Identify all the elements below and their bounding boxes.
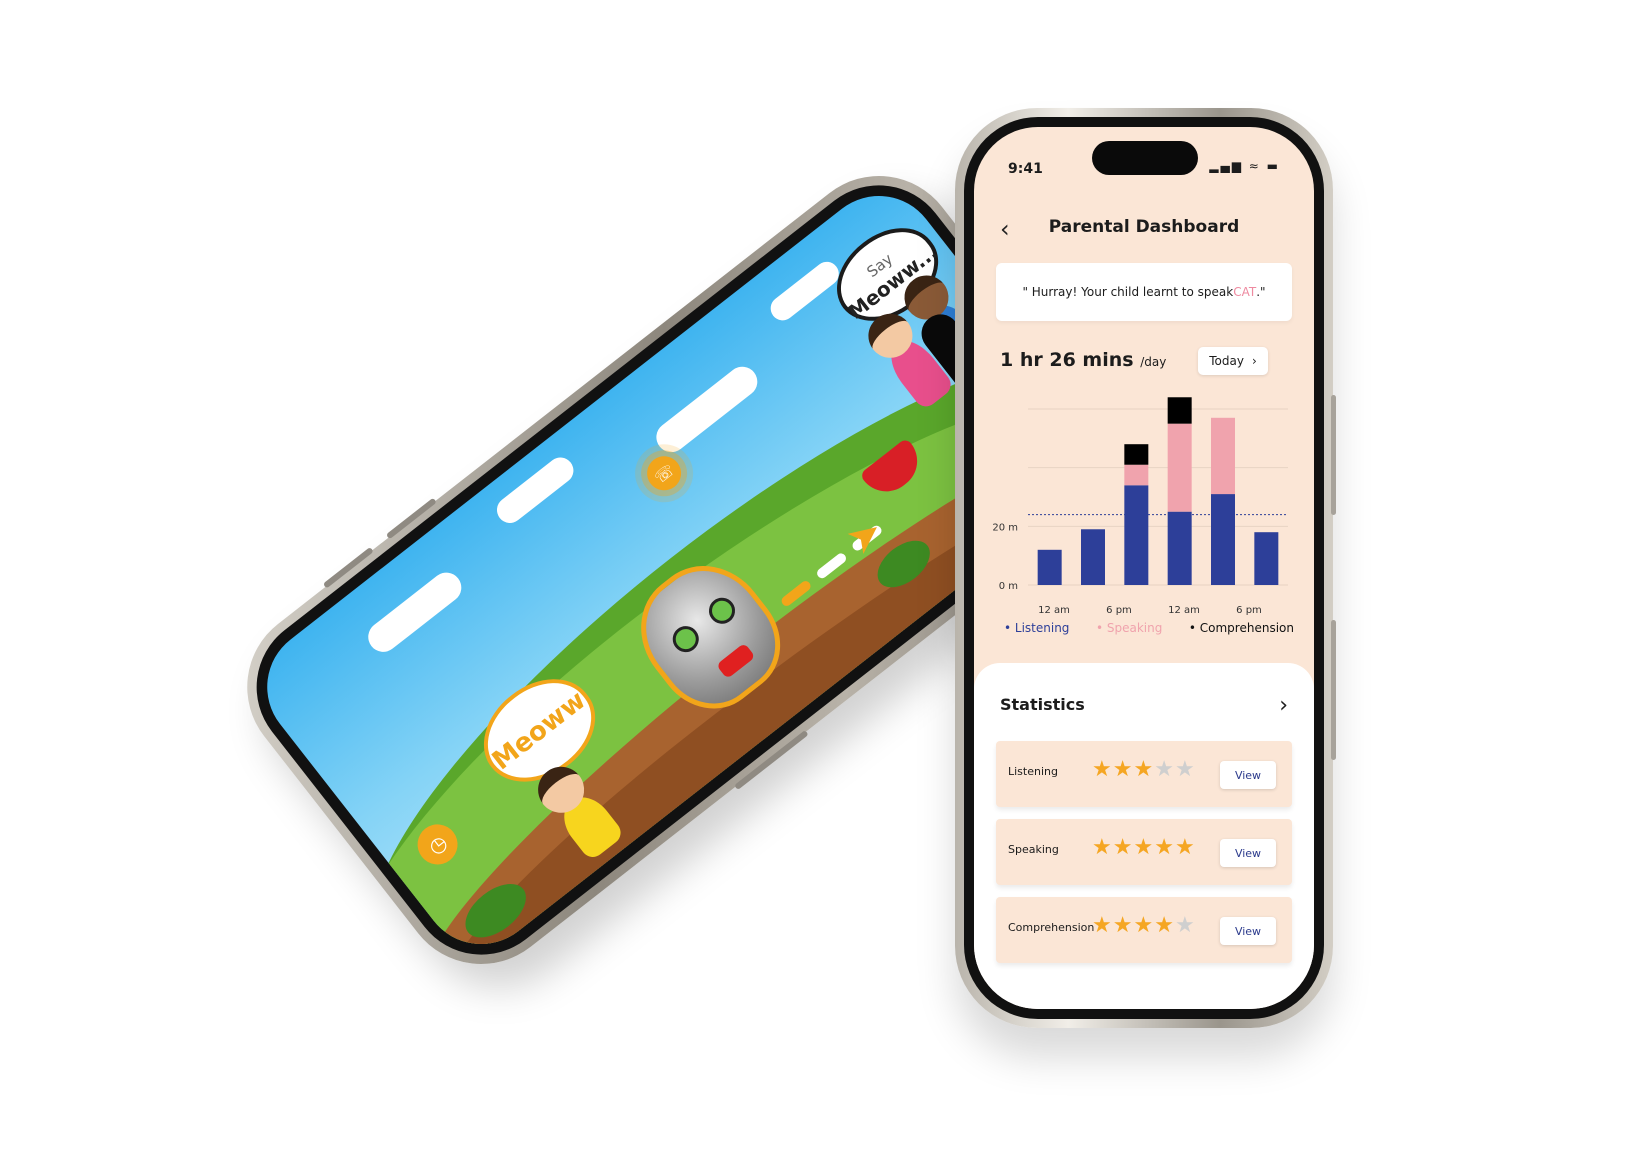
achievement-notice: " Hurray! Your child learnt to speak CAT… <box>996 263 1292 321</box>
bar-speaking <box>1211 417 1235 495</box>
star-filled-icon: ★ <box>1112 757 1134 782</box>
legend-comprehension: • Comprehension <box>1188 621 1294 635</box>
star-rating: ★★★★★ <box>1092 757 1196 782</box>
star-filled-icon: ★ <box>1092 757 1113 782</box>
stat-label: Listening <box>1008 765 1058 778</box>
bar-speaking <box>1124 464 1149 486</box>
signal-icon: ▂▄▆ <box>1209 159 1243 173</box>
usage-duration-unit: /day <box>1140 355 1167 369</box>
usage-bar-chart: 0 m 20 m 12 am 6 pm 12 am 6 pm <box>992 397 1288 616</box>
star-filled-icon: ★ <box>1133 835 1155 860</box>
status-time: 9:41 <box>1008 161 1043 177</box>
stat-label: Comprehension <box>1008 921 1095 934</box>
star-rating: ★★★★★ <box>1092 913 1196 938</box>
legend-listening-label: Listening <box>1014 621 1070 635</box>
notice-prefix: " Hurray! Your child learnt to speak <box>1022 285 1234 299</box>
period-select-button[interactable]: Today › <box>1198 347 1268 375</box>
cat-bow <box>716 642 756 680</box>
bar-listening <box>1124 485 1149 585</box>
star-filled-icon: ★ <box>1154 835 1175 860</box>
star-filled-icon: ★ <box>1092 835 1113 860</box>
view-button[interactable]: View <box>1220 839 1276 867</box>
page-title: Parental Dashboard <box>1048 217 1240 237</box>
legend-comprehension-label: Comprehension <box>1199 621 1294 635</box>
cloud <box>650 360 764 459</box>
x-tick-label: 12 am <box>1168 605 1200 616</box>
speaker-waves-icon[interactable]: ☏ <box>640 449 688 498</box>
view-button[interactable]: View <box>1220 761 1276 789</box>
notice-suffix: ." <box>1256 285 1266 299</box>
bar-comprehension <box>1124 444 1149 465</box>
cloud <box>362 566 468 658</box>
cloud <box>765 257 844 326</box>
legend-speaking: • Speaking <box>1095 621 1163 635</box>
star-filled-icon: ★ <box>1133 913 1155 938</box>
power-button <box>1331 395 1336 515</box>
statistics-panel: Statistics › Listening ★★★★★ View Speaki… <box>974 663 1314 1009</box>
star-filled-icon: ★ <box>1092 913 1113 938</box>
battery-icon: ▬ <box>1266 159 1280 173</box>
bar-listening <box>1167 511 1192 585</box>
status-icons: ▂▄▆ ≈ ▬ <box>1209 159 1280 173</box>
period-select-label: Today <box>1209 354 1244 368</box>
star-empty-icon: ★ <box>1174 913 1196 938</box>
dynamic-island <box>1092 141 1198 175</box>
stat-row-comprehension: Comprehension ★★★★★ View <box>996 897 1292 963</box>
bar-speaking <box>1167 423 1192 512</box>
legend-speaking-label: Speaking <box>1106 621 1163 635</box>
bar-listening <box>1037 549 1062 585</box>
header: ‹ Parental Dashboard <box>974 209 1314 249</box>
usage-duration: 1 hr 26 mins /day <box>1000 349 1166 371</box>
dashboard-screen: 9:41 ▂▄▆ ≈ ▬ ‹ Parental Dashboard " Hurr… <box>974 127 1314 1009</box>
wifi-icon: ≈ <box>1248 159 1261 173</box>
bar-comprehension <box>1167 397 1192 424</box>
star-filled-icon: ★ <box>1112 835 1134 860</box>
x-tick-label: 6 pm <box>1236 605 1262 616</box>
bar-listening <box>1081 529 1105 585</box>
cat-eye <box>667 620 705 658</box>
bar-listening <box>1254 532 1279 585</box>
usage-duration-value: 1 hr 26 mins <box>1000 349 1134 371</box>
y-tick-label: 20 m <box>992 522 1018 533</box>
legend-listening: • Listening <box>1004 621 1070 635</box>
stat-row-listening: Listening ★★★★★ View <box>996 741 1292 807</box>
star-empty-icon: ★ <box>1174 757 1196 782</box>
x-tick-label: 6 pm <box>1106 605 1132 616</box>
cat-eye <box>703 592 741 630</box>
status-bar: 9:41 ▂▄▆ ≈ ▬ <box>974 127 1314 187</box>
bar-listening <box>1211 494 1235 585</box>
star-filled-icon: ★ <box>1174 835 1196 860</box>
chevron-right-icon: › <box>1251 354 1257 368</box>
side-button <box>1331 620 1336 760</box>
star-rating: ★★★★★ <box>1092 835 1196 860</box>
star-filled-icon: ★ <box>1112 913 1134 938</box>
y-tick-label: 0 m <box>999 581 1018 592</box>
star-filled-icon: ★ <box>1133 757 1155 782</box>
notice-highlight-word: CAT <box>1233 285 1257 299</box>
stat-label: Speaking <box>1008 843 1059 856</box>
stat-row-speaking: Speaking ★★★★★ View <box>996 819 1292 885</box>
x-tick-label: 12 am <box>1038 605 1070 616</box>
star-filled-icon: ★ <box>1154 913 1175 938</box>
star-empty-icon: ★ <box>1154 757 1175 782</box>
chevron-right-icon[interactable]: › <box>1279 693 1288 718</box>
chart-legend: • Listening • Speaking • Comprehension <box>1004 621 1294 635</box>
statistics-title: Statistics <box>1000 695 1085 714</box>
view-button[interactable]: View <box>1220 917 1276 945</box>
